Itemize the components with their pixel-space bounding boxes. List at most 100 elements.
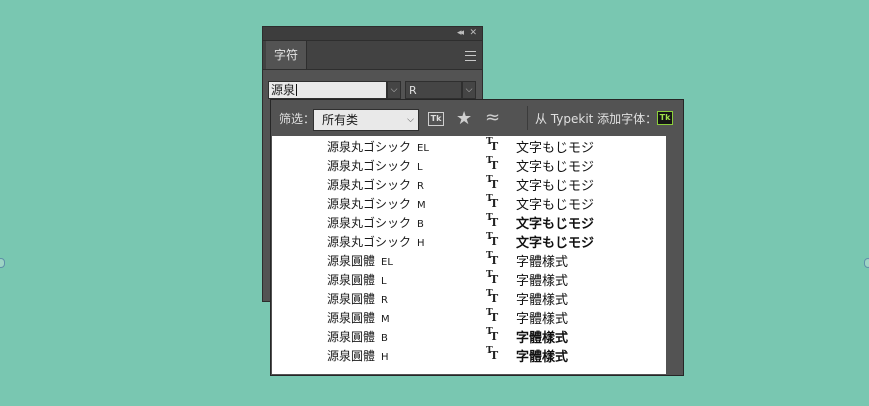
font-family-input[interactable]: 源泉 <box>268 81 387 99</box>
font-list: 源泉丸ゴシック EL T T 文字もじモジ 源泉丸ゴシック L T T 文字もじモジ 源泉丸ゴシック… <box>272 136 666 374</box>
font-list-item[interactable]: 源泉圓體 B T T 字體樣式 <box>272 326 666 346</box>
font-style-code: B <box>417 219 424 230</box>
font-list-item[interactable]: 源泉丸ゴシック L T T 文字もじモジ <box>272 155 666 175</box>
category-value: 所有类 <box>322 113 359 127</box>
font-style-code: H <box>417 238 425 249</box>
font-style-code: R <box>381 295 388 306</box>
similar-fonts-icon[interactable]: ≈ <box>485 106 500 130</box>
font-family-name: 源泉丸ゴシック <box>327 197 412 211</box>
font-style-dropdown-button[interactable]: ⌵ <box>462 81 476 99</box>
typekit-add-label: 从 Typekit 添加字体： <box>535 112 658 126</box>
font-list-item[interactable]: 源泉丸ゴシック EL T T 文字もじモジ <box>272 136 666 156</box>
truetype-icon: TT <box>486 327 499 343</box>
font-name: 源泉丸ゴシック B <box>327 214 424 231</box>
font-sample-text: 文字もじモジ <box>516 160 595 175</box>
right-edge-handle[interactable] <box>864 258 869 268</box>
truetype-icon: TT <box>486 289 499 305</box>
font-list-item[interactable]: 源泉圓體 H T T 字體樣式 <box>272 345 666 365</box>
font-sample-text: 文字もじモジ <box>516 217 595 232</box>
truetype-icon: TT <box>486 213 499 229</box>
font-name: 源泉圓體 EL <box>327 252 393 269</box>
truetype-icon: TT <box>486 270 499 286</box>
font-style-code: B <box>381 333 388 344</box>
font-name: 源泉圓體 H <box>327 347 389 364</box>
panel-tab-bar: 字符 <box>263 41 482 70</box>
font-sample-text: 文字もじモジ <box>516 198 595 213</box>
font-family-name: 源泉丸ゴシック <box>327 159 412 173</box>
font-sample-text: 字體樣式 <box>516 274 569 289</box>
star-icon[interactable]: ★ <box>456 107 472 131</box>
font-family-name: 源泉圓體 <box>327 254 376 268</box>
font-style-code: M <box>417 200 426 211</box>
truetype-icon: TT <box>486 251 499 267</box>
font-family-dropdown-button[interactable]: ⌵ <box>387 81 401 99</box>
font-sample-text: 文字もじモジ <box>516 141 595 156</box>
font-name: 源泉丸ゴシック M <box>327 195 426 212</box>
font-list-item[interactable]: 源泉丸ゴシック M T T 文字もじモジ <box>272 193 666 213</box>
font-family-value: 源泉 <box>271 83 296 97</box>
filter-bar: 筛选： 所有类 ⌵ Tk ★ ≈ 从 Typekit 添加字体： Tk <box>271 100 683 136</box>
panel-menu-icon[interactable] <box>465 51 476 61</box>
truetype-icon: TT <box>486 308 499 324</box>
category-select[interactable]: 所有类 ⌵ <box>313 109 419 131</box>
font-style-code: EL <box>381 257 393 268</box>
truetype-icon: TT <box>486 175 499 191</box>
font-family-name: 源泉丸ゴシック <box>327 140 412 154</box>
font-list-item[interactable]: 源泉丸ゴシック B T T 文字もじモジ <box>272 212 666 232</box>
truetype-icon: TT <box>486 346 499 362</box>
toolbar-separator <box>527 106 528 130</box>
font-list-item[interactable]: 源泉圓體 M T T 字體樣式 <box>272 307 666 327</box>
font-sample-text: 字體樣式 <box>516 331 569 346</box>
list-scrollbar[interactable] <box>666 136 682 374</box>
font-family-name: 源泉丸ゴシック <box>327 178 412 192</box>
font-name: 源泉丸ゴシック EL <box>327 138 429 155</box>
truetype-icon: TT <box>486 194 499 210</box>
font-name: 源泉圓體 R <box>327 290 388 307</box>
truetype-icon: TT <box>486 156 499 172</box>
font-style-code: H <box>381 352 389 363</box>
close-icon[interactable]: ✕ <box>469 27 477 40</box>
font-family-name: 源泉丸ゴシック <box>327 216 412 230</box>
truetype-icon: TT <box>486 137 499 153</box>
font-sample-text: 文字もじモジ <box>516 236 595 251</box>
font-name: 源泉圓體 M <box>327 309 390 326</box>
font-name: 源泉丸ゴシック L <box>327 157 423 174</box>
font-name: 源泉丸ゴシック R <box>327 176 424 193</box>
font-family-name: 源泉圓體 <box>327 273 376 287</box>
font-family-name: 源泉圓體 <box>327 349 376 363</box>
font-style-code: R <box>417 181 424 192</box>
font-sample-text: 字體樣式 <box>516 255 569 270</box>
font-list-item[interactable]: 源泉丸ゴシック H T T 文字もじモジ <box>272 231 666 251</box>
truetype-icon: TT <box>486 232 499 248</box>
font-family-name: 源泉圓體 <box>327 311 376 325</box>
typekit-add-icon[interactable]: Tk <box>657 111 673 125</box>
font-family-name: 源泉圓體 <box>327 292 376 306</box>
font-family-name: 源泉丸ゴシック <box>327 235 412 249</box>
font-sample-text: 字體樣式 <box>516 293 569 308</box>
collapse-icon[interactable]: ◂◂ <box>457 27 464 40</box>
font-name: 源泉圓體 B <box>327 328 388 345</box>
font-list-item[interactable]: 源泉圓體 L T T 字體樣式 <box>272 269 666 289</box>
font-list-item[interactable]: 源泉圓體 EL T T 字體樣式 <box>272 250 666 270</box>
font-style-code: L <box>381 276 387 287</box>
filter-label: 筛选： <box>279 112 316 126</box>
font-sample-text: 字體樣式 <box>516 312 569 327</box>
font-family-name: 源泉圓體 <box>327 330 376 344</box>
chevron-down-icon: ⌵ <box>407 115 414 125</box>
panel-title-bar[interactable]: ◂◂ ✕ <box>263 27 482 41</box>
font-name: 源泉圓體 L <box>327 271 387 288</box>
font-picker-popup: 筛选： 所有类 ⌵ Tk ★ ≈ 从 Typekit 添加字体： Tk 源泉丸ゴ… <box>270 99 684 376</box>
tab-character[interactable]: 字符 <box>266 41 307 69</box>
font-list-item[interactable]: 源泉丸ゴシック R T T 文字もじモジ <box>272 174 666 194</box>
font-sample-text: 文字もじモジ <box>516 179 595 194</box>
text-cursor <box>296 84 298 96</box>
typekit-filter-icon[interactable]: Tk <box>428 112 444 126</box>
font-sample-text: 字體樣式 <box>516 350 569 365</box>
font-name: 源泉丸ゴシック H <box>327 233 425 250</box>
font-style-code: EL <box>417 143 429 154</box>
font-style-select[interactable]: R <box>405 81 462 99</box>
left-edge-handle[interactable] <box>0 258 5 268</box>
font-style-code: M <box>381 314 390 325</box>
font-style-code: L <box>417 162 423 173</box>
font-list-item[interactable]: 源泉圓體 R T T 字體樣式 <box>272 288 666 308</box>
